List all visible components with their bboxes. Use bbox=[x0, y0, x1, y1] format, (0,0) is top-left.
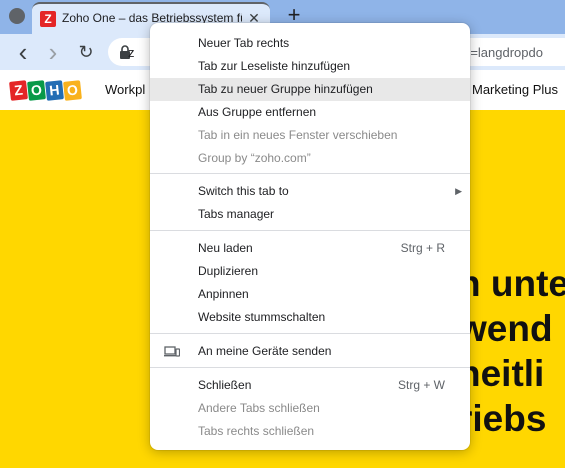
menu-item-mute-site[interactable]: Website stummschalten bbox=[150, 306, 470, 329]
forward-button-icon[interactable]: › bbox=[42, 39, 64, 65]
menu-item-label: Tab zur Leseliste hinzufügen bbox=[198, 59, 351, 73]
submenu-arrow-icon: ▶ bbox=[455, 186, 462, 196]
nav-item-workplace[interactable]: Workpl bbox=[105, 82, 145, 97]
menu-item-new-tab-right[interactable]: Neuer Tab rechts bbox=[150, 32, 470, 55]
menu-item-switch-tab-to[interactable]: Switch this tab to ▶ bbox=[150, 180, 470, 203]
hero-heading-line: n unte bbox=[458, 263, 565, 304]
hero-heading-line: riebs bbox=[458, 398, 547, 439]
logo-letter: H bbox=[45, 80, 64, 101]
back-button-icon[interactable]: ‹ bbox=[12, 39, 34, 65]
menu-item-label: Neu laden bbox=[198, 241, 253, 255]
menu-separator bbox=[150, 333, 470, 334]
zoho-favicon-icon: Z bbox=[40, 11, 56, 27]
menu-item-label: Switch this tab to bbox=[198, 184, 289, 198]
hero-heading-line: wend bbox=[458, 308, 553, 349]
menu-item-label: Tabs manager bbox=[198, 207, 275, 221]
reload-button-icon[interactable]: ↻ bbox=[75, 41, 97, 63]
menu-item-label: Anpinnen bbox=[198, 287, 249, 301]
menu-item-group-by-domain: Group by “zoho.com” bbox=[150, 147, 470, 170]
menu-item-send-to-devices[interactable]: An meine Geräte senden bbox=[150, 340, 470, 363]
logo-letter: O bbox=[63, 80, 82, 101]
zoho-logo[interactable]: Z O H O bbox=[9, 80, 82, 101]
menu-item-duplicate[interactable]: Duplizieren bbox=[150, 260, 470, 283]
menu-item-label: Group by “zoho.com” bbox=[198, 151, 311, 165]
hero-heading-line: heitli bbox=[458, 353, 545, 394]
menu-item-label: Neuer Tab rechts bbox=[198, 36, 290, 50]
menu-item-label: Aus Gruppe entfernen bbox=[198, 105, 317, 119]
menu-item-close[interactable]: Schließen Strg + W bbox=[150, 374, 470, 397]
logo-letter: O bbox=[27, 80, 46, 101]
menu-item-add-to-reading-list[interactable]: Tab zur Leseliste hinzufügen bbox=[150, 55, 470, 78]
url-text-start: z bbox=[128, 45, 135, 60]
menu-item-label: An meine Geräte senden bbox=[198, 344, 332, 358]
menu-item-add-to-new-group[interactable]: Tab zu neuer Gruppe hinzufügen bbox=[150, 78, 470, 101]
menu-separator bbox=[150, 230, 470, 231]
menu-item-reload[interactable]: Neu laden Strg + R bbox=[150, 237, 470, 260]
menu-item-label: Website stummschalten bbox=[198, 310, 326, 324]
menu-item-tabs-manager[interactable]: Tabs manager bbox=[150, 203, 470, 226]
menu-separator bbox=[150, 367, 470, 368]
nav-item-marketing-plus[interactable]: Marketing Plus bbox=[472, 82, 558, 97]
device-icon bbox=[164, 346, 180, 357]
menu-item-label: Tab zu neuer Gruppe hinzufügen bbox=[198, 82, 373, 96]
menu-item-label: Tabs rechts schließen bbox=[198, 424, 315, 438]
menu-separator bbox=[150, 173, 470, 174]
menu-item-label: Duplizieren bbox=[198, 264, 259, 278]
logo-letter: Z bbox=[9, 80, 28, 101]
menu-item-shortcut: Strg + R bbox=[400, 241, 445, 255]
menu-item-shortcut: Strg + W bbox=[397, 378, 445, 392]
menu-item-label: Andere Tabs schließen bbox=[198, 401, 320, 415]
menu-item-label: Schließen bbox=[198, 378, 252, 392]
tab-group-indicator[interactable] bbox=[9, 8, 25, 24]
tab-context-menu: Neuer Tab rechts Tab zur Leseliste hinzu… bbox=[150, 23, 470, 450]
menu-item-close-other-tabs: Andere Tabs schließen bbox=[150, 397, 470, 420]
menu-item-close-tabs-right: Tabs rechts schließen bbox=[150, 420, 470, 443]
menu-item-pin[interactable]: Anpinnen bbox=[150, 283, 470, 306]
menu-item-move-to-new-window: Tab in ein neues Fenster verschieben bbox=[150, 124, 470, 147]
menu-item-label: Tab in ein neues Fenster verschieben bbox=[198, 128, 398, 142]
menu-item-remove-from-group[interactable]: Aus Gruppe entfernen bbox=[150, 101, 470, 124]
